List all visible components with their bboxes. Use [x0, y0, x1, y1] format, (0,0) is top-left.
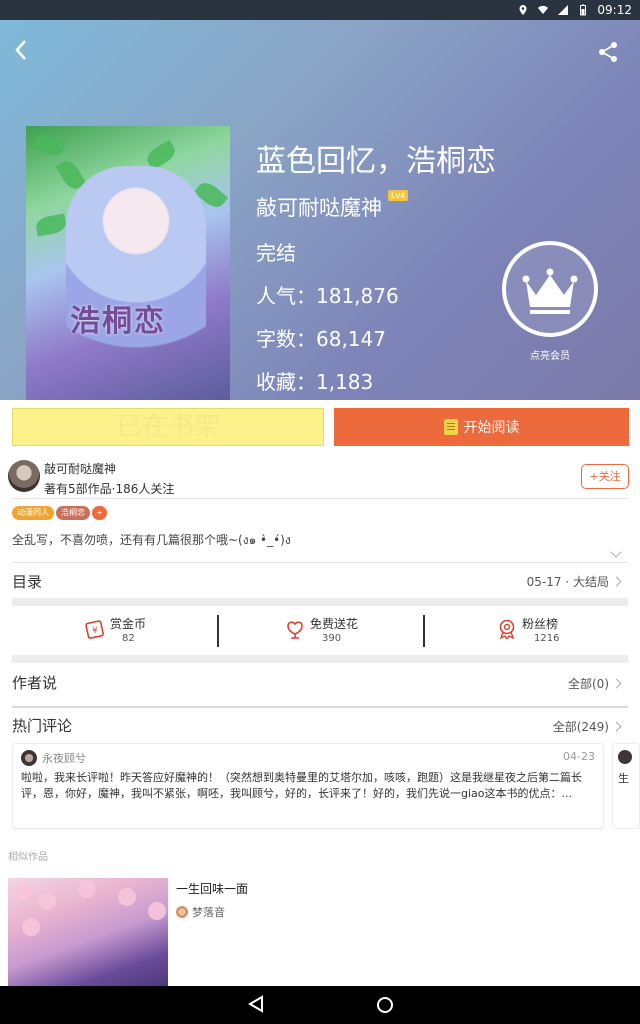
author-says-count: 全部(0)	[568, 677, 609, 691]
book-header: 浩桐恋 蓝色回忆，浩桐恋 敲可耐哒魔神 Lv4 完结 人气：181,876 字数…	[0, 20, 640, 400]
book-status: 完结	[256, 241, 296, 265]
commenter-avatar	[618, 750, 632, 764]
nav-home-icon[interactable]	[377, 997, 393, 1013]
stat-label: 免费送花	[310, 617, 359, 631]
author-meta: 著有5部作品·186人关注	[44, 482, 175, 496]
comment-text: 啦啦，我来长评啦！昨天答应好魔神的！（突然想到奥特曼里的艾塔尔加，咳咳，跑题）这…	[21, 771, 582, 800]
chevron-right-icon	[611, 678, 622, 689]
stat-value: 1216	[534, 633, 560, 644]
similar-book-author-name: 梦落音	[192, 906, 225, 919]
commenter-avatar[interactable]	[21, 750, 37, 766]
divider	[12, 498, 628, 499]
on-shelf-button[interactable]: 已在书架	[12, 408, 324, 446]
status-bar: 09:12	[0, 0, 640, 20]
stat-value: 390	[322, 633, 342, 644]
crown-icon	[522, 268, 578, 314]
author-avatar-icon	[176, 906, 188, 918]
add-tag-button[interactable]: +	[92, 506, 107, 520]
reward-coin-icon: ¥	[85, 620, 104, 639]
divider	[12, 706, 628, 708]
signal-icon	[558, 5, 569, 15]
section-separator	[12, 655, 628, 663]
system-nav-bar	[0, 986, 640, 1024]
nav-back-icon[interactable]	[248, 995, 264, 1013]
author-name[interactable]: 敲可耐哒魔神	[44, 460, 116, 477]
similar-book-title[interactable]: 一生回味一面	[176, 880, 248, 897]
wifi-icon	[538, 5, 549, 14]
cover-illustration	[66, 166, 206, 386]
battery-icon	[580, 4, 587, 16]
vip-button[interactable]	[502, 241, 598, 337]
hot-comments-link[interactable]: 全部(249)	[552, 718, 622, 735]
stat-value: 82	[122, 633, 135, 644]
catalog-latest: 05-17 · 大结局	[526, 575, 609, 589]
location-icon	[519, 5, 527, 15]
chevron-right-icon	[611, 576, 622, 587]
similar-book-cover[interactable]	[8, 878, 168, 986]
comment-text: 生	[618, 772, 629, 785]
follow-button[interactable]: +关注	[581, 464, 629, 489]
stat-label: 赏金币	[110, 617, 147, 631]
similar-works-label: 相似作品	[8, 852, 48, 863]
catalog-title[interactable]: 目录	[12, 571, 42, 592]
vip-label: 点亮会员	[530, 351, 570, 362]
status-time: 09:12	[597, 3, 632, 17]
book-title: 蓝色回忆，浩桐恋	[256, 144, 496, 179]
book-word-count: 字数：68,147	[256, 327, 386, 351]
hot-comments-count: 全部(249)	[552, 720, 609, 734]
flower-icon	[287, 621, 303, 639]
fan-ranking-button[interactable]: 粉丝榜 1216	[496, 614, 636, 648]
book-favorites: 收藏：1,183	[256, 370, 374, 394]
author-says-link[interactable]: 全部(0)	[568, 675, 622, 692]
book-popularity: 人气：181,876	[256, 284, 399, 308]
svg-text:¥: ¥	[92, 626, 98, 636]
catalog-link[interactable]: 05-17 · 大结局	[526, 573, 622, 590]
chevron-right-icon	[611, 721, 622, 732]
hot-comments-title[interactable]: 热门评论	[12, 715, 72, 736]
reward-coin-button[interactable]: ¥ 赏金币 82	[84, 614, 224, 648]
comment-card-next[interactable]: 生	[612, 743, 640, 829]
commenter-name[interactable]: 永夜顾兮	[42, 750, 86, 766]
book-author-name[interactable]: 敲可耐哒魔神	[256, 192, 382, 222]
book-description: 全乱写，不喜勿喷，还有有几篇很那个哦~(ง๑ •̀_•́)ง	[12, 533, 291, 547]
level-badge: Lv4	[388, 190, 409, 201]
tag-item[interactable]: 动漫同人	[12, 506, 54, 520]
similar-book-author[interactable]: 梦落音	[176, 904, 225, 920]
comment-card[interactable]: 永夜顾兮 04-23 啦啦，我来长评啦！昨天答应好魔神的！（突然想到奥特曼里的艾…	[12, 743, 604, 829]
medal-icon	[499, 619, 515, 640]
chevron-left-icon	[15, 40, 26, 60]
stat-label: 粉丝榜	[522, 617, 559, 631]
send-flower-button[interactable]: 免费送花 390	[284, 614, 424, 648]
divider	[423, 615, 425, 647]
comment-date: 04-23	[563, 750, 595, 763]
author-avatar[interactable]	[8, 460, 40, 492]
book-author[interactable]: 敲可耐哒魔神 Lv4	[256, 190, 409, 222]
start-reading-label: 开始阅读	[463, 420, 520, 436]
tag-item[interactable]: 浩桐恋	[56, 506, 90, 520]
divider	[217, 615, 219, 647]
chevron-down-icon[interactable]	[610, 546, 622, 558]
book-icon	[443, 419, 458, 435]
divider	[12, 562, 628, 563]
start-reading-button[interactable]: 开始阅读	[334, 408, 629, 446]
section-separator	[12, 598, 628, 606]
book-cover[interactable]: 浩桐恋	[26, 126, 230, 400]
share-icon[interactable]	[596, 40, 620, 64]
cover-title: 浩桐恋	[70, 304, 166, 339]
back-button[interactable]	[6, 36, 36, 70]
author-says-title[interactable]: 作者说	[12, 672, 57, 693]
